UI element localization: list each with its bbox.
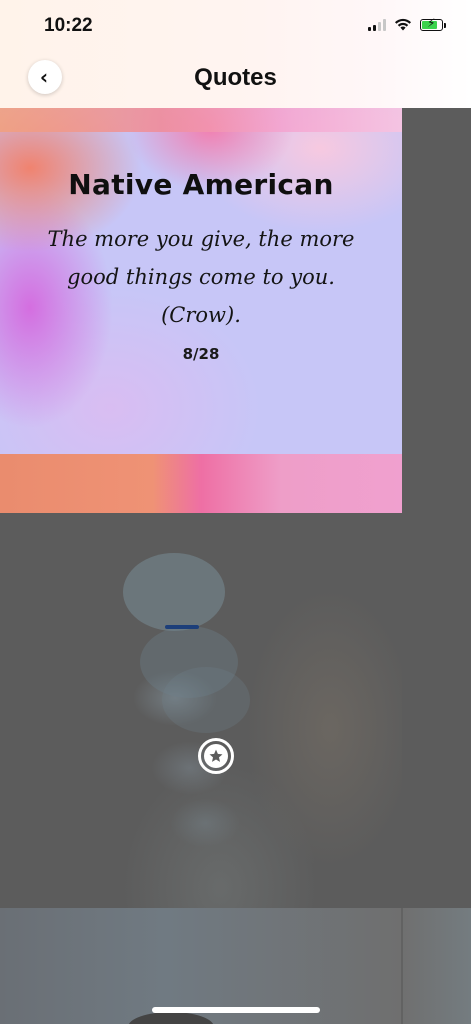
card-top-tint xyxy=(0,108,402,132)
cellular-signal-icon xyxy=(368,18,386,31)
quote-counter: 8/28 xyxy=(182,345,220,363)
status-time: 10:22 xyxy=(44,15,93,36)
battery-charging-icon: ⚡ xyxy=(420,17,446,31)
overlay-panel xyxy=(402,108,471,908)
favorite-button[interactable] xyxy=(198,738,234,774)
quote-card[interactable]: Native American The more you give, the m… xyxy=(0,108,402,454)
quote-heading: Native American xyxy=(68,168,334,201)
star-icon xyxy=(204,744,228,768)
page-title: Quotes xyxy=(194,64,277,91)
background-blur-accent xyxy=(165,625,199,629)
quote-text: The more you give, the more good things … xyxy=(47,227,355,327)
divider xyxy=(401,908,403,1024)
wifi-icon xyxy=(395,18,411,31)
card-footer-strip xyxy=(0,454,402,513)
background-blur-shape xyxy=(123,553,225,631)
background-blur-shape xyxy=(162,667,250,733)
home-indicator[interactable] xyxy=(152,1007,320,1013)
status-icons: ⚡ xyxy=(368,17,446,31)
header: 10:22 ⚡ ‹ Quotes xyxy=(0,0,471,108)
